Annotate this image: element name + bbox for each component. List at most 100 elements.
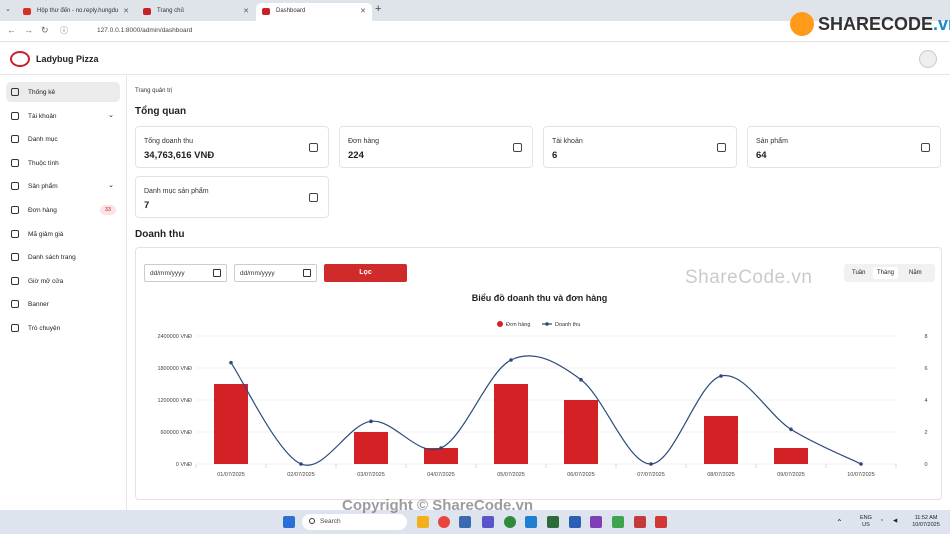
x-tick-label: 05/07/2025: [497, 472, 525, 478]
avatar[interactable]: [919, 50, 937, 68]
stat-card: Danh mục sản phẩm 7: [135, 176, 329, 218]
date-text: 10/07/2025: [912, 522, 940, 528]
info-icon[interactable]: ⓘ: [60, 25, 68, 36]
chevron-up-icon[interactable]: ⌃: [836, 519, 843, 527]
stat-label: Tổng doanh thu: [144, 138, 194, 145]
brand-logo-icon[interactable]: [10, 51, 30, 67]
chart-pie-icon: [11, 88, 19, 96]
stat-value: 224: [348, 150, 364, 161]
tab-home[interactable]: Trang chủ ✕: [137, 3, 255, 21]
forward-icon[interactable]: →: [24, 25, 33, 35]
stat-label: Danh mục sản phẩm: [144, 188, 209, 195]
recorder-icon[interactable]: [655, 516, 667, 528]
teams-icon[interactable]: [482, 516, 494, 528]
y-right-tick-label: 2: [924, 430, 927, 436]
y-right-tick-label: 4: [924, 398, 927, 404]
stat-card: Tài khoản 6: [543, 126, 737, 168]
reload-icon[interactable]: ↻: [41, 25, 49, 36]
stat-card: Đơn hàng 224: [339, 126, 533, 168]
vscode-icon[interactable]: [525, 516, 537, 528]
sharecode-logo-icon: [790, 12, 814, 36]
revenue-point: [649, 462, 653, 466]
legend-swatch-orders: [497, 321, 503, 327]
watermark-text: ShareCode.vn: [685, 267, 813, 288]
node-icon[interactable]: [504, 516, 516, 528]
sidebar-item[interactable]: Giờ mở cửa: [6, 271, 120, 291]
sidebar-item[interactable]: Danh sách trang: [6, 247, 120, 267]
sidebar-item[interactable]: Mã giảm giá: [6, 224, 120, 244]
stat-value: 6: [552, 150, 558, 161]
url-field[interactable]: 127.0.0.1:8000/admin/dashboard: [97, 27, 192, 34]
revenue-point: [579, 377, 583, 382]
x-tick-label: 10/07/2025: [847, 472, 875, 478]
bar-orders: [494, 384, 528, 464]
git-icon[interactable]: [547, 516, 559, 528]
volume-icon[interactable]: ◀: [893, 518, 897, 525]
bar-orders: [214, 384, 248, 464]
sidebar-item-label: Banner: [28, 301, 49, 309]
tab-mail[interactable]: Hộp thư đến - no.reply.hungdu ✕: [17, 3, 135, 21]
tab-dashboard[interactable]: Dashboard ✕: [256, 3, 372, 21]
sidebar-item-label: Tài khoản: [28, 112, 57, 120]
bar-orders: [424, 448, 458, 464]
pizza-icon: [143, 8, 151, 15]
windows-start-icon[interactable]: [283, 516, 295, 528]
box-icon: [11, 206, 19, 214]
revenue-point: [719, 374, 723, 378]
sidebar-item-label: Giờ mở cửa: [28, 277, 64, 285]
logo-text-suffix: .vn: [933, 14, 950, 34]
lang-text: ENG: [860, 515, 872, 521]
x-tick-label: 09/07/2025: [777, 472, 805, 478]
stat-value: 7: [144, 200, 150, 211]
stat-label: Sản phẩm: [756, 138, 788, 145]
wifi-icon[interactable]: ◔: [880, 518, 883, 525]
chevron-down-icon[interactable]: ⌄: [108, 111, 114, 119]
back-icon[interactable]: ←: [7, 25, 16, 35]
new-tab-button[interactable]: +: [375, 3, 381, 15]
app-icon[interactable]: [612, 516, 624, 528]
pizza-icon: [262, 8, 270, 15]
close-icon[interactable]: ✕: [360, 7, 366, 15]
search-label: Search: [320, 518, 341, 525]
bar-orders: [564, 400, 598, 464]
sidebar-item[interactable]: Sản phẩm ⌄: [6, 176, 120, 196]
close-icon[interactable]: ✕: [243, 7, 249, 15]
language-indicator[interactable]: ENG US: [860, 515, 872, 529]
app-header: Ladybug Pizza: [0, 43, 950, 75]
y-left-tick-label: 1800000 VNĐ: [157, 366, 192, 372]
stat-value: 64: [756, 150, 767, 161]
tool-icon[interactable]: [634, 516, 646, 528]
sidebar-item-label: Thống kê: [28, 89, 56, 96]
y-left-tick-label: 0 VNĐ: [176, 462, 192, 468]
legend-label-revenue: Doanh thu: [555, 322, 580, 328]
bar-orders: [354, 432, 388, 464]
sidebar-item[interactable]: Thuộc tính: [6, 153, 120, 173]
breadcrumb[interactable]: Trang quản trị: [135, 88, 172, 94]
taskbar-search[interactable]: Search: [302, 514, 407, 530]
brand-name[interactable]: Ladybug Pizza: [36, 54, 99, 64]
copyright-watermark: Copyright © ShareCode.vn: [342, 497, 534, 514]
sidebar-item[interactable]: Danh mục: [6, 129, 120, 149]
store-icon[interactable]: [459, 516, 471, 528]
stat-card: Sản phẩm 64: [747, 126, 941, 168]
sidebar-item[interactable]: Trò chuyện: [6, 318, 120, 338]
chrome-icon[interactable]: [438, 516, 450, 528]
x-tick-label: 06/07/2025: [567, 472, 595, 478]
x-tick-label: 07/07/2025: [637, 472, 665, 478]
sidebar-item[interactable]: Banner: [6, 294, 120, 314]
sidebar-item[interactable]: Tài khoản ⌄: [6, 106, 120, 126]
word-icon[interactable]: [569, 516, 581, 528]
file-explorer-icon[interactable]: [417, 516, 429, 528]
user-icon: [717, 143, 726, 152]
tab-list-icon[interactable]: ⌄: [5, 5, 11, 13]
clock[interactable]: 11:52 AM 10/07/2025: [906, 515, 946, 529]
sidebar-item[interactable]: Đơn hàng 33: [6, 200, 120, 220]
x-tick-label: 02/07/2025: [287, 472, 315, 478]
close-icon[interactable]: ✕: [123, 7, 129, 15]
chat-icon: [11, 324, 19, 332]
visual-studio-icon[interactable]: [590, 516, 602, 528]
chevron-down-icon[interactable]: ⌄: [108, 181, 114, 189]
revenue-panel: dd/mm/yyyy dd/mm/yyyy Lọc Tuần Tháng Năm…: [135, 247, 942, 500]
overview-title: Tổng quan: [135, 106, 187, 117]
sidebar-item[interactable]: Thống kê: [6, 82, 120, 102]
